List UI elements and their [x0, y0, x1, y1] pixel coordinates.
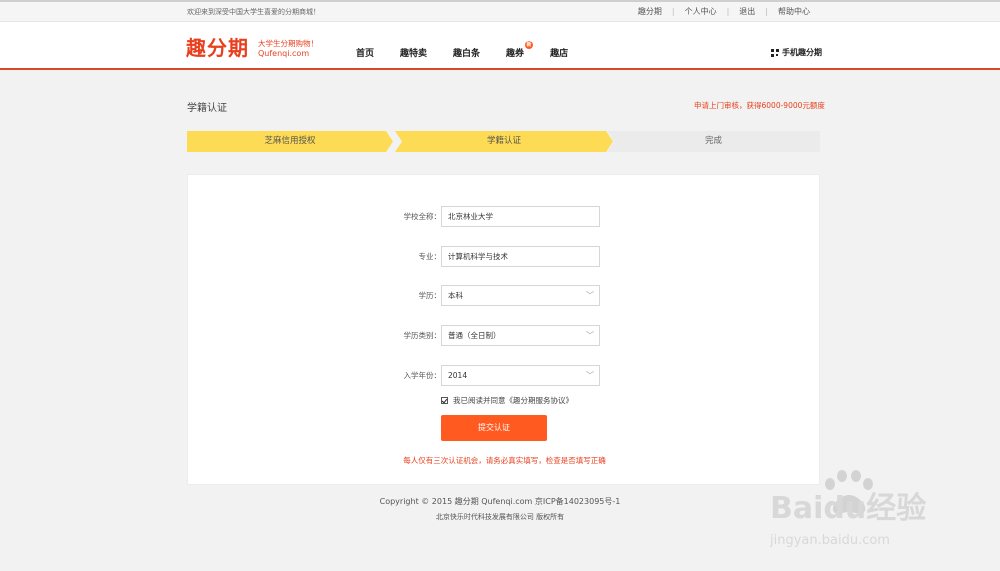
- degree-type-select[interactable]: 普通（全日制） ﹀: [441, 325, 600, 346]
- step-sesame-credit: 芝麻信用授权: [187, 131, 393, 152]
- chevron-down-icon: ﹀: [586, 331, 594, 340]
- verification-form: 学校全称： 北京林业大学 专业： 计算机科学与技术 学历： 本科 ﹀ 学历类别：…: [187, 174, 820, 485]
- step-student-verify: 学籍认证: [395, 131, 613, 152]
- top-link-help[interactable]: 帮助中心: [768, 6, 820, 17]
- degree-type-value: 普通（全日制）: [448, 331, 501, 340]
- site-slogan: 大学生分期购物！: [258, 39, 318, 48]
- page-title: 学籍认证: [187, 103, 227, 114]
- year-value: 2014: [448, 371, 468, 380]
- site-header: 趣分期 大学生分期购物！ Qufenqi.com 首页 趣特卖 趣白条 趣券新 …: [0, 22, 1000, 70]
- school-input[interactable]: 北京林业大学: [441, 206, 600, 227]
- agreement-text[interactable]: 我已阅读并同意《趣分期服务协议》: [453, 395, 573, 406]
- promo-link[interactable]: 申请上门审核，获得6000-9000元额度: [694, 100, 825, 111]
- degree-select[interactable]: 本科 ﹀: [441, 285, 600, 306]
- step-complete: 完成: [607, 131, 820, 152]
- major-row: 专业： 计算机科学与技术: [188, 246, 821, 267]
- top-bar: 欢迎来到深受中国大学生喜爱的分期商城！ 趣分期 | 个人中心 | 退出 | 帮助…: [0, 0, 1000, 22]
- degree-label: 学历：: [418, 291, 442, 300]
- chevron-down-icon: ﹀: [586, 291, 594, 300]
- agree-checkbox[interactable]: [441, 397, 448, 404]
- welcome-text: 欢迎来到深受中国大学生喜爱的分期商城！: [187, 8, 320, 16]
- attempts-notice: 每人仅有三次认证机会，请务必真实填写，检查是否填写正确: [403, 456, 606, 465]
- nav-home[interactable]: 首页: [356, 46, 374, 59]
- degree-type-label: 学历类别：: [403, 331, 442, 340]
- year-label: 入学年份：: [403, 371, 442, 380]
- submit-button[interactable]: 提交认证: [441, 415, 547, 441]
- top-link-user-center[interactable]: 个人中心: [675, 6, 727, 17]
- major-label: 专业：: [418, 252, 442, 261]
- main-nav: 首页 趣特卖 趣白条 趣券新 趣店: [356, 41, 594, 59]
- nav-credit[interactable]: 趣白条: [453, 46, 480, 59]
- nav-coupons-label: 趣券: [506, 49, 525, 59]
- school-label: 学校全称：: [403, 212, 442, 221]
- degree-value: 本科: [448, 291, 463, 300]
- top-link-qufenqi[interactable]: 趣分期: [628, 6, 672, 17]
- baidu-watermark: Baidu经验 jingyan.baidu.com: [769, 470, 926, 548]
- nav-store[interactable]: 趣店: [550, 46, 568, 59]
- school-row: 学校全称： 北京林业大学: [188, 206, 821, 227]
- chevron-down-icon: ﹀: [586, 371, 594, 380]
- progress-steps: 芝麻信用授权 学籍认证 完成: [187, 131, 820, 152]
- degree-type-row: 学历类别： 普通（全日制） ﹀: [188, 325, 821, 346]
- mobile-app-label: 手机趣分期: [782, 48, 822, 57]
- site-logo[interactable]: 趣分期: [186, 32, 249, 61]
- new-badge: 新: [525, 41, 534, 49]
- year-row: 入学年份： 2014 ﹀: [188, 365, 821, 386]
- year-select[interactable]: 2014 ﹀: [441, 365, 600, 386]
- nav-coupons[interactable]: 趣券新: [506, 41, 534, 59]
- qr-code-icon: [771, 48, 779, 57]
- top-link-logout[interactable]: 退出: [729, 6, 765, 17]
- major-input[interactable]: 计算机科学与技术: [441, 246, 600, 267]
- agreement-row: 我已阅读并同意《趣分期服务协议》: [441, 395, 573, 406]
- degree-row: 学历： 本科 ﹀: [188, 285, 821, 306]
- watermark-url: jingyan.baidu.com: [769, 533, 890, 548]
- watermark-brand: Baidu经验: [770, 491, 926, 526]
- top-links: 趣分期 | 个人中心 | 退出 | 帮助中心: [628, 6, 820, 17]
- site-domain: Qufenqi.com: [258, 49, 310, 58]
- nav-flash-sale[interactable]: 趣特卖: [400, 46, 427, 59]
- mobile-app-link[interactable]: 手机趣分期: [771, 47, 822, 58]
